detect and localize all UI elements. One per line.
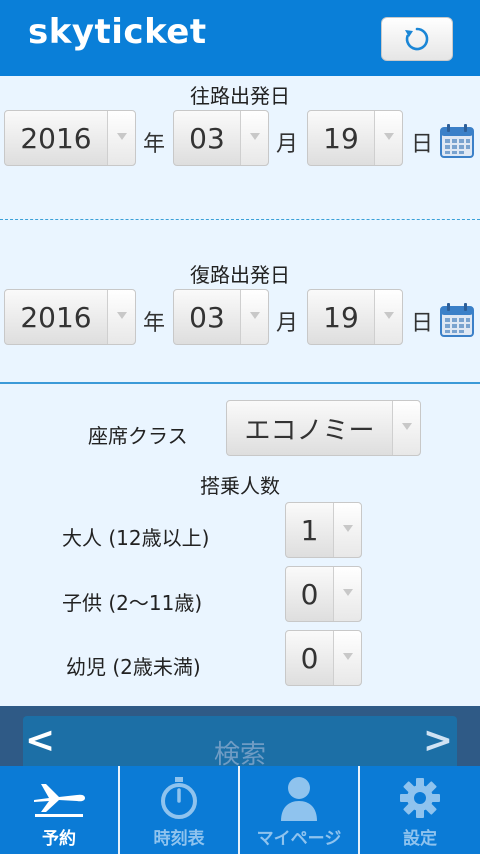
tab-label: 予約 <box>42 829 76 849</box>
logo: skyticket <box>28 12 207 52</box>
chevron-right-icon[interactable]: > <box>423 720 453 761</box>
stopwatch-icon <box>161 777 197 819</box>
infant-label: 幼児 (2歳未満) <box>66 655 201 679</box>
search-button[interactable]: < 検索 > <box>23 716 457 770</box>
tab-label: 設定 <box>403 829 437 849</box>
adult-count-select[interactable]: 1 <box>285 502 362 558</box>
outbound-month-value: 03 <box>189 121 225 155</box>
return-year-value: 2016 <box>20 300 92 334</box>
outbound-month-select[interactable]: 03 <box>173 110 269 166</box>
adult-count-value: 1 <box>300 513 319 547</box>
divider <box>0 382 480 384</box>
return-month-select[interactable]: 03 <box>173 289 269 345</box>
app-header: skyticket <box>0 0 480 76</box>
tab-label: マイページ <box>256 829 342 849</box>
tab-settings[interactable]: 設定 <box>360 766 480 854</box>
airplane-icon <box>34 784 85 817</box>
infant-count-select[interactable]: 0 <box>285 630 362 686</box>
outbound-day-value: 19 <box>323 121 359 155</box>
tab-bar: 予約 時刻表 マイページ 設定 <box>0 766 480 854</box>
tab-mypage[interactable]: マイページ <box>240 766 360 854</box>
person-icon <box>281 777 317 821</box>
divider <box>0 219 480 220</box>
tab-timetable[interactable]: 時刻表 <box>120 766 240 854</box>
return-day-select[interactable]: 19 <box>307 289 403 345</box>
year-unit: 年 <box>143 311 166 336</box>
refresh-button[interactable] <box>381 17 453 61</box>
outbound-day-select[interactable]: 19 <box>307 110 403 166</box>
return-date-label: 復路出発日 <box>190 263 290 287</box>
infant-count-value: 0 <box>300 641 319 675</box>
month-unit: 月 <box>276 311 299 336</box>
refresh-icon <box>405 27 429 51</box>
year-unit: 年 <box>143 132 166 157</box>
chevron-down-icon <box>240 111 268 165</box>
seat-class-value: エコノミー <box>244 415 375 446</box>
return-day-value: 19 <box>323 300 359 334</box>
outbound-date-label: 往路出発日 <box>190 84 290 108</box>
day-unit: 日 <box>411 132 434 157</box>
chevron-down-icon <box>374 111 402 165</box>
chevron-down-icon <box>333 503 361 557</box>
passengers-title: 搭乗人数 <box>200 474 280 498</box>
chevron-down-icon <box>107 111 135 165</box>
chevron-down-icon <box>333 631 361 685</box>
seat-class-label: 座席クラス <box>88 424 188 448</box>
chevron-down-icon <box>240 290 268 344</box>
search-bar: < 検索 > <box>0 706 480 770</box>
calendar-icon[interactable] <box>440 124 474 158</box>
chevron-down-icon <box>392 401 420 455</box>
outbound-year-value: 2016 <box>20 121 92 155</box>
return-month-value: 03 <box>189 300 225 334</box>
tab-reservation[interactable]: 予約 <box>0 766 120 854</box>
chevron-down-icon <box>374 290 402 344</box>
child-count-value: 0 <box>300 577 319 611</box>
child-count-select[interactable]: 0 <box>285 566 362 622</box>
adult-label: 大人 (12歳以上) <box>62 526 210 550</box>
calendar-icon[interactable] <box>440 303 474 337</box>
child-label: 子供 (2〜11歳) <box>62 591 203 615</box>
day-unit: 日 <box>411 311 434 336</box>
chevron-down-icon <box>107 290 135 344</box>
tab-label: 時刻表 <box>153 829 205 849</box>
gear-icon <box>400 778 440 818</box>
seat-class-select[interactable]: エコノミー <box>226 400 421 456</box>
month-unit: 月 <box>276 132 299 157</box>
chevron-down-icon <box>333 567 361 621</box>
return-year-select[interactable]: 2016 <box>4 289 136 345</box>
outbound-year-select[interactable]: 2016 <box>4 110 136 166</box>
